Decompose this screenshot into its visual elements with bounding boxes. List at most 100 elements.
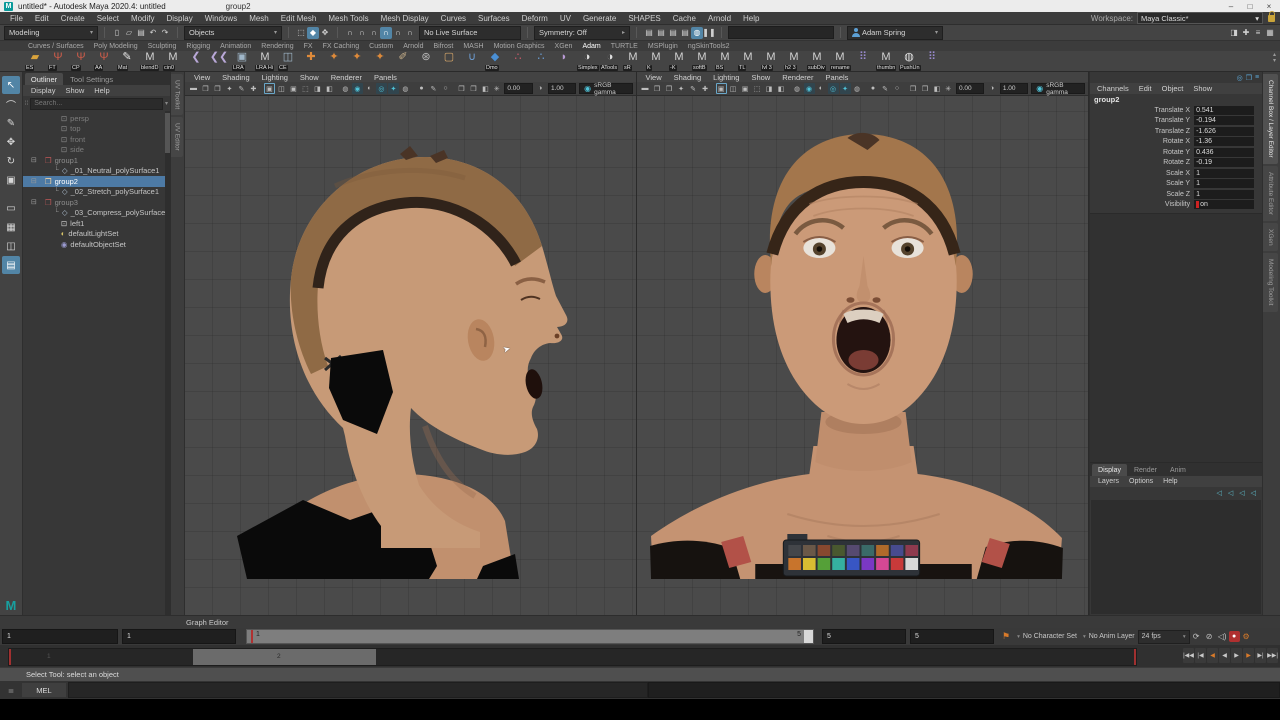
user-menu-dropdown[interactable]: Adam Spring▾ <box>847 26 943 40</box>
outliner-menu[interactable]: Help <box>90 86 113 95</box>
viewport-menu[interactable]: Renderer <box>777 73 818 82</box>
shelf-button[interactable]: ✦ <box>369 51 391 71</box>
layer-list[interactable] <box>1091 500 1261 614</box>
playback-end-field[interactable]: 5 <box>822 629 906 644</box>
shelf-button[interactable]: ⊛ <box>415 51 437 71</box>
outliner-menu[interactable]: Show <box>61 86 88 95</box>
shelf-button[interactable]: ✎ Mat <box>116 51 138 71</box>
viewport-toolbar-icon[interactable]: ▬ <box>640 83 651 94</box>
menu-item[interactable]: Mesh Display <box>375 14 435 23</box>
range-end-marker[interactable] <box>1134 649 1136 665</box>
viewport-toolbar-icon[interactable]: ✦ <box>840 83 851 94</box>
tool-button[interactable]: ↖ <box>2 76 20 94</box>
viewport-toolbar-icon[interactable]: ● <box>868 83 879 94</box>
playback-button[interactable]: ◀ <box>1207 648 1218 663</box>
viewport-toolbar-icon[interactable]: ◧ <box>324 83 335 94</box>
selection-mode-icon[interactable]: ⬚ <box>295 27 307 39</box>
viewport-toolbar-icon[interactable]: ▣ <box>740 83 751 94</box>
viewport-toolbar-icon[interactable]: ◉ <box>352 83 363 94</box>
shelf-button[interactable]: Ψ CP <box>70 51 92 71</box>
viewport-menu[interactable]: Show <box>295 73 324 82</box>
snap-magnet-icon[interactable]: ∩ <box>392 27 404 39</box>
shelf-button[interactable]: ◗ <box>553 51 575 71</box>
sidebar-toggle-icon[interactable]: ≡ <box>1252 27 1264 39</box>
shelf-button[interactable]: ✦ <box>323 51 345 71</box>
exposure-field[interactable]: 0.00 <box>956 83 984 94</box>
gamma-icon[interactable]: ◑ <box>987 83 996 94</box>
outliner-tab[interactable]: Outliner <box>25 73 63 85</box>
selected-object-name[interactable]: group2 <box>1090 94 1262 105</box>
menu-item[interactable]: Mesh Tools <box>322 14 374 23</box>
viewport-toolbar-icon[interactable]: ❒ <box>468 83 479 94</box>
channel-box-header-icon[interactable]: ◎ <box>1237 74 1243 82</box>
menu-item[interactable]: Select <box>91 14 125 23</box>
viewport-toolbar-icon[interactable]: ✚ <box>700 83 711 94</box>
viewport-toolbar-icon[interactable] <box>412 83 415 94</box>
gamma-field[interactable]: 1.00 <box>1000 83 1028 94</box>
shelf-tab[interactable]: Custom <box>369 43 393 50</box>
expand-toggle-icon[interactable]: ⊟ <box>31 198 39 206</box>
vertical-panel-tab[interactable]: UV Toolkit <box>171 74 183 115</box>
range-start-marker[interactable] <box>9 649 11 665</box>
channel-value-field[interactable]: -0.194 <box>1194 116 1254 125</box>
viewport-toolbar-icon[interactable] <box>260 83 263 94</box>
shelf-button[interactable]: ∴ <box>530 51 552 71</box>
menu-item[interactable]: Arnold <box>702 14 737 23</box>
view-transform-dropdown[interactable]: ◉ sRGB gamma <box>1031 83 1085 94</box>
character-set-dropdown[interactable]: ▾ No Character Set <box>1014 631 1080 643</box>
shelf-tab[interactable]: FX Caching <box>323 43 360 50</box>
channel-box-header-icon[interactable]: ≡ <box>1255 74 1259 81</box>
anim-layer-dropdown[interactable]: ▾ No Anim Layer <box>1080 631 1138 643</box>
channel-value-field[interactable]: -1.626 <box>1194 127 1254 136</box>
record-button[interactable]: ● <box>1229 631 1240 642</box>
shelf-tab[interactable]: ngSkinTools2 <box>688 43 730 50</box>
channel-row[interactable]: Rotate Y 0.436 <box>1090 147 1262 158</box>
expand-toggle-icon[interactable]: ⊟ <box>31 177 39 185</box>
playback-button[interactable]: ◀ <box>1219 648 1230 663</box>
channel-row[interactable]: Translate Y -0.194 <box>1090 116 1262 127</box>
channel-row[interactable]: Rotate Z -0.19 <box>1090 158 1262 169</box>
shelf-button[interactable]: ◑ Simplex <box>576 51 598 71</box>
shelf-button[interactable]: ✐ <box>392 51 414 71</box>
animation-end-field[interactable]: 5 <box>910 629 994 644</box>
selection-mode-icon[interactable]: ✥ <box>319 27 331 39</box>
outliner-item[interactable]: ◐ defaultLightSet <box>23 229 170 240</box>
viewport-toolbar-icon[interactable]: ◐ <box>816 83 827 94</box>
viewport-menu[interactable]: View <box>189 73 215 82</box>
viewport-menu[interactable]: Shading <box>669 73 707 82</box>
playback-button[interactable]: |◀ <box>1195 648 1206 663</box>
shelf-button[interactable]: M TL <box>737 51 759 71</box>
shelf-button[interactable]: ✚ <box>300 51 322 71</box>
channel-box-menu[interactable]: Channels <box>1093 84 1133 93</box>
menu-item[interactable]: Modify <box>125 14 161 23</box>
viewport-toolbar-icon[interactable] <box>864 83 867 94</box>
outliner-item[interactable]: ◉ defaultObjectSet <box>23 239 170 250</box>
shelf-button[interactable]: ❮ <box>185 51 207 71</box>
lock-icon[interactable] <box>1268 15 1275 22</box>
outliner-item[interactable]: ⊡ top <box>23 124 170 135</box>
viewport-toolbar-icon[interactable]: ◨ <box>312 83 323 94</box>
layer-option-icon[interactable]: ◁ <box>1217 489 1222 497</box>
shelf-button[interactable]: ∪ <box>461 51 483 71</box>
shelf-button[interactable]: M sR <box>622 51 644 71</box>
menu-item[interactable]: Help <box>737 14 765 23</box>
exposure-icon[interactable]: ✳ <box>944 83 953 94</box>
channel-box-menu[interactable]: Object <box>1158 84 1188 93</box>
viewport-toolbar-icon[interactable]: ❒ <box>200 83 211 94</box>
viewport-toolbar-icon[interactable]: ◐ <box>364 83 375 94</box>
viewport-toolbar-icon[interactable]: ◫ <box>276 83 287 94</box>
menu-item[interactable]: Display <box>161 14 199 23</box>
layer-editor-tab[interactable]: Render <box>1128 464 1163 476</box>
viewport-toolbar-icon[interactable]: ◧ <box>480 83 491 94</box>
shelf-tab[interactable]: XGen <box>555 43 573 50</box>
outliner-item[interactable]: ⊟ ❒ group2 <box>23 176 170 187</box>
viewport-toolbar-icon[interactable] <box>904 83 907 94</box>
shelf-button[interactable]: M K <box>645 51 667 71</box>
snap-magnet-icon[interactable]: ∩ <box>380 27 392 39</box>
file-operation-icon[interactable]: ▯ <box>111 27 123 39</box>
shelf-button[interactable]: Ψ FT <box>47 51 69 71</box>
shelf-button[interactable]: ❮❮ <box>208 51 230 71</box>
channel-value-field[interactable]: 1 <box>1194 190 1254 199</box>
shelf-button[interactable]: ◍ PushUn <box>898 51 920 71</box>
channel-value-field[interactable]: 0.541 <box>1194 106 1254 115</box>
